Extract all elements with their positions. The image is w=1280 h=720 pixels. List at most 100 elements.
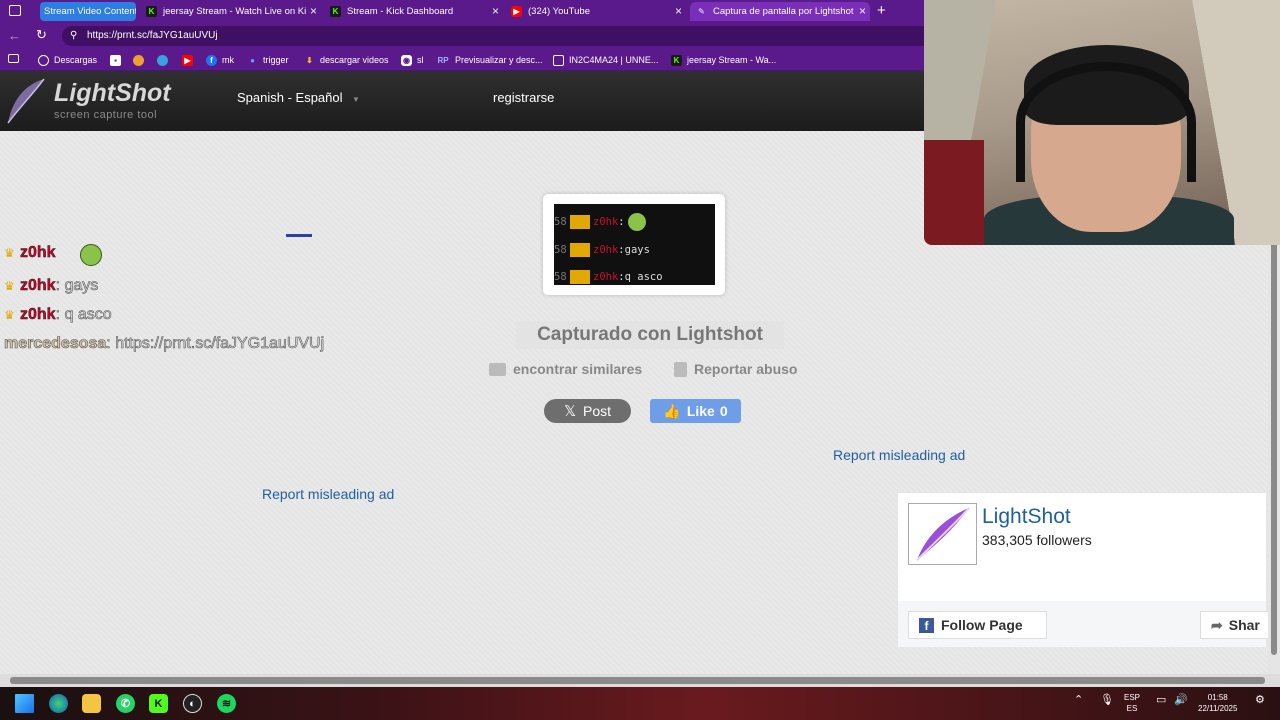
tab-label: (324) YouTube: [528, 6, 590, 17]
close-tab-icon[interactable]: ×: [859, 4, 866, 18]
lightshot-feather-icon: ✎: [698, 7, 705, 16]
back-arrow-icon[interactable]: ←: [8, 28, 21, 43]
fox-icon: [133, 54, 144, 66]
site-info-icon[interactable]: ⚲: [70, 26, 77, 46]
bookmark-label: descargar videos: [320, 55, 389, 65]
like-count: 0: [719, 403, 728, 419]
report-abuse-link[interactable]: Reportar abuso: [674, 361, 797, 377]
crown-icon: [570, 270, 590, 284]
microphone-icon[interactable]: 🎙: [1100, 695, 1114, 706]
horizontal-scrollbar[interactable]: [0, 674, 1280, 687]
language-indicator[interactable]: ESP ES: [1124, 692, 1140, 714]
bookmark-fox[interactable]: [133, 53, 149, 67]
bookmark-chat[interactable]: ▪: [110, 53, 126, 67]
tab-kick-dashboard[interactable]: K Stream - Kick Dashboard ×: [330, 2, 503, 21]
tab-jeersay-stream[interactable]: K jeersay Stream - Watch Live on Ki ×: [146, 2, 321, 21]
classroom-icon: [553, 54, 564, 66]
spotify-icon[interactable]: ≋: [217, 694, 236, 713]
youtube-icon: ▶: [182, 54, 193, 66]
chevron-down-icon[interactable]: ▼: [352, 95, 360, 104]
network-icon[interactable]: ▭: [1156, 695, 1166, 706]
youtube-icon: ▶: [511, 6, 522, 17]
chat-line: ♛ z0hk: [4, 244, 102, 266]
notifications-icon[interactable]: ⚙: [1255, 695, 1265, 706]
bookmark-mk[interactable]: f mk: [206, 53, 234, 67]
webcam-curtain: [924, 140, 984, 245]
tab-lightshot[interactable]: ✎ Captura de pantalla por Lightshot ×: [690, 2, 870, 21]
crown-icon: ♛: [4, 246, 15, 260]
clock-date: 22/11/2025: [1198, 704, 1238, 713]
tab-group-label: Stream Video Content: [44, 6, 136, 17]
bookmark-previsualizar[interactable]: RP Previsualizar y desc...: [436, 53, 542, 67]
download-arrow-icon: ⬇: [306, 55, 313, 65]
tab-label: Captura de pantalla por Lightshot: [713, 6, 854, 17]
obs-icon[interactable]: ◐: [183, 694, 202, 713]
bookmark-sl[interactable]: ◉ sl: [401, 53, 424, 67]
volume-icon[interactable]: 🔊: [1174, 695, 1188, 706]
screenshot-msg: :: [618, 216, 625, 228]
show-hidden-icons-chevron-icon[interactable]: ⌃: [1074, 695, 1083, 706]
follow-page-button[interactable]: f Follow Page: [908, 611, 1047, 639]
bookmark-descargar-videos[interactable]: ⬇ descargar videos: [304, 53, 389, 67]
bookmark-descargas[interactable]: Descargas: [38, 53, 97, 67]
language-code: ESP: [1124, 693, 1141, 702]
report-misleading-ad-link[interactable]: Report misleading ad: [833, 447, 965, 463]
tab-overview-icon[interactable]: [9, 5, 21, 16]
new-tab-icon[interactable]: +: [877, 2, 886, 19]
kick-icon: K: [146, 6, 157, 17]
bookmark-label: sl: [417, 55, 424, 65]
bookmark-tool[interactable]: [157, 53, 173, 67]
windows-taskbar: ✆ K ◐ ≋ ⌃ 🎙 ESP ES ▭ 🔊 01:58 22/11/2025 …: [0, 687, 1280, 720]
captured-with-lightshot-label: Capturado con Lightshot: [516, 321, 784, 349]
horizontal-scrollbar-thumb[interactable]: [10, 677, 1265, 684]
kick-app-icon[interactable]: K: [149, 694, 168, 713]
bookmark-in2c4ma24[interactable]: IN2C4MA24 | UNNE...: [553, 53, 658, 67]
find-similar-link[interactable]: encontrar similares: [489, 361, 642, 377]
chat-line: ♛ z0hk: gays: [4, 277, 99, 295]
line-number: 58: [554, 216, 567, 228]
bookmark-label: Descargas: [54, 55, 98, 65]
edge-browser-icon[interactable]: [49, 694, 68, 713]
find-similar-label: encontrar similares: [513, 361, 643, 377]
tab-label: jeersay Stream - Watch Live on Ki: [163, 6, 307, 17]
bookmark-jeersay[interactable]: K jeersay Stream - Wa...: [671, 53, 776, 67]
language-selector[interactable]: Spanish - Español: [237, 90, 343, 105]
crown-icon: ♛: [4, 279, 15, 293]
logo-title[interactable]: LightShot: [54, 79, 171, 108]
reload-icon[interactable]: ↻: [36, 27, 47, 43]
screenshot-preview[interactable]: 58 z0hk: 58 z0hk:gays 58 z0hk:q asco: [543, 194, 725, 295]
report-abuse-label: Reportar abuso: [694, 361, 798, 377]
lightshot-page-avatar[interactable]: [908, 503, 977, 565]
x-logo-icon: 𝕏: [563, 403, 577, 420]
x-post-button[interactable]: 𝕏 Post: [544, 399, 631, 423]
facebook-page-name[interactable]: LightShot: [982, 505, 1071, 529]
bookmark-trigger[interactable]: ● trigger: [247, 53, 288, 67]
crown-icon: [570, 243, 590, 257]
screenshot-chat-line: 58 z0hk:q asco: [554, 267, 663, 287]
close-tab-icon[interactable]: ×: [675, 4, 682, 18]
loading-dash: [286, 234, 312, 237]
file-explorer-icon[interactable]: [82, 694, 101, 713]
bookmark-youtube[interactable]: ▶: [182, 53, 198, 67]
screenshot-msg: :gays: [618, 244, 650, 256]
chat-message: : q asco: [55, 306, 112, 324]
whatsapp-icon[interactable]: ✆: [116, 694, 135, 713]
facebook-icon: f: [919, 617, 934, 633]
line-number: 58: [554, 244, 567, 256]
follow-page-label: Follow Page: [941, 617, 1023, 633]
register-link[interactable]: registrarse: [493, 90, 554, 105]
screenshot-nick: z0hk: [593, 244, 619, 256]
close-tab-icon[interactable]: ×: [492, 4, 499, 18]
screenshot-nick: z0hk: [593, 216, 619, 228]
webcam-overlay: [924, 0, 1280, 245]
close-tab-icon[interactable]: ×: [310, 4, 317, 18]
windows-start-icon[interactable]: [15, 694, 34, 713]
report-misleading-ad-link[interactable]: Report misleading ad: [262, 486, 394, 502]
rp-icon: RP: [437, 55, 449, 65]
screenshot-nick: z0hk: [593, 271, 619, 283]
tab-youtube[interactable]: ▶ (324) YouTube ×: [511, 2, 686, 21]
facebook-like-button[interactable]: 👍 Like 0: [650, 399, 741, 423]
reading-list-icon[interactable]: [8, 54, 19, 63]
tab-group-stream-video-content[interactable]: Stream Video Content: [40, 2, 136, 21]
clock[interactable]: 01:58 22/11/2025: [1198, 692, 1237, 714]
